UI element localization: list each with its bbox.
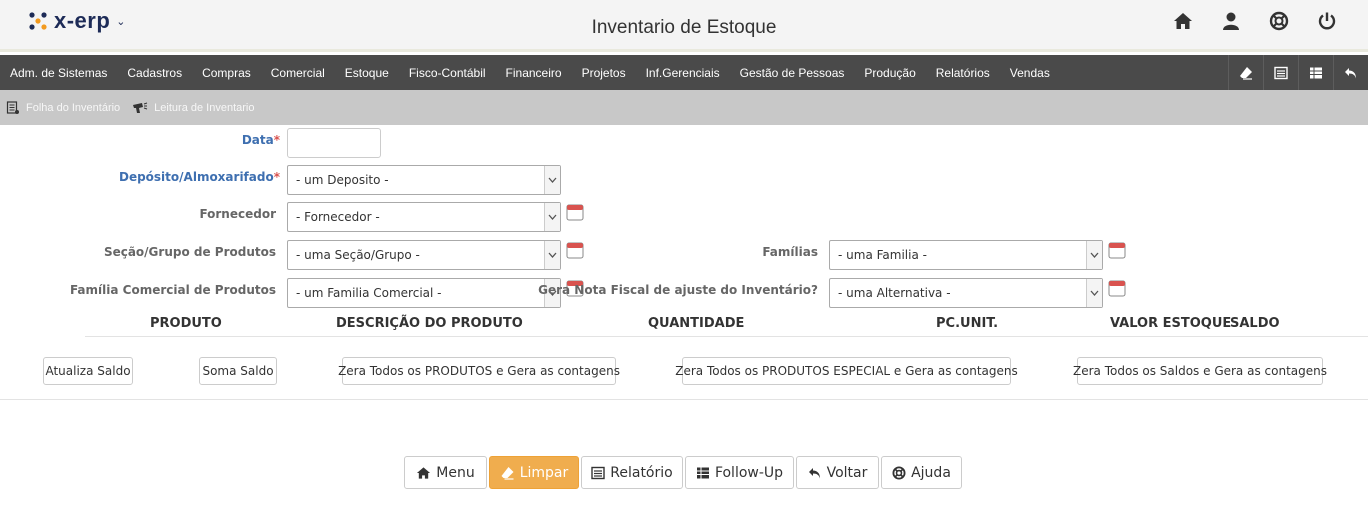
column-header-descricao: DESCRIÇÃO DO PRODUTO (336, 316, 523, 331)
menu-compras[interactable]: Compras (192, 66, 261, 80)
table-icon[interactable] (1298, 55, 1333, 90)
column-header-produto: PRODUTO (150, 316, 222, 331)
list-alt-icon[interactable] (1263, 55, 1298, 90)
data-field[interactable] (287, 128, 381, 158)
chevron-down-icon (1086, 241, 1102, 269)
list-alt-icon (591, 466, 605, 479)
familias-select[interactable]: - uma Familia - (829, 240, 1103, 270)
table-divider (85, 336, 1368, 337)
zera-produtos-button[interactable]: Zera Todos os PRODUTOS e Gera as contage… (338, 357, 620, 385)
fornecedor-select[interactable]: - Fornecedor - (287, 202, 561, 232)
familia-comercial-label: Família Comercial de Produtos (69, 283, 276, 297)
chevron-down-icon (1086, 279, 1102, 307)
document-list-icon (6, 100, 19, 114)
zera-produtos-especial-button[interactable]: Zera Todos os PRODUTOS ESPECIAL e Gera a… (675, 357, 1018, 385)
page-title: Inventario de Estoque (591, 17, 777, 38)
menu-cadastros[interactable]: Cadastros (117, 66, 192, 80)
chevron-down-icon (544, 166, 560, 194)
menu-adm-sistemas[interactable]: Adm. de Sistemas (0, 66, 117, 80)
menu-inf-gerenciais[interactable]: Inf.Gerenciais (636, 66, 730, 80)
gera-nf-select[interactable]: - uma Alternativa - (829, 278, 1103, 308)
secao-select[interactable]: - uma Seção/Grupo - (287, 240, 561, 270)
barcode-reader-icon (133, 102, 148, 113)
calendar-icon[interactable] (1108, 241, 1126, 259)
zera-saldos-button[interactable]: Zera Todos os Saldos e Gera as contagens (1073, 357, 1327, 385)
column-header-quantidade: QUANTIDADE (648, 316, 745, 331)
fornecedor-label: Fornecedor (199, 207, 276, 221)
eraser-icon[interactable] (1228, 55, 1263, 90)
menu-relatorios[interactable]: Relatórios (926, 66, 1000, 80)
undo-icon (808, 467, 820, 478)
eraser-icon (501, 466, 514, 480)
menu-projetos[interactable]: Projetos (572, 66, 636, 80)
chevron-down-icon (544, 241, 560, 269)
ajuda-button-label: Ajuda (911, 464, 951, 481)
deposito-select[interactable]: - um Deposito - (287, 165, 561, 195)
limpar-button[interactable]: Limpar (489, 456, 579, 489)
follow-up-button[interactable]: Follow-Up (685, 456, 794, 489)
column-header-pc-unit: PC.UNIT. (936, 316, 999, 331)
power-icon[interactable] (1316, 10, 1338, 32)
column-header-saldo: SALDO (1230, 316, 1280, 331)
relatorio-button-label: Relatório (610, 464, 673, 481)
user-icon[interactable] (1220, 10, 1242, 32)
ajuda-button[interactable]: Ajuda (881, 456, 962, 489)
column-header-valor-estoque: VALOR ESTOQUE (1110, 316, 1232, 331)
deposito-label: Depósito/Almoxarifado* (118, 170, 280, 184)
sub-nav: Folha do Inventário Leitura de Inventari… (0, 90, 1368, 125)
limpar-button-label: Limpar (519, 464, 569, 481)
familia-comercial-select[interactable]: - um Familia Comercial - (287, 278, 561, 308)
familias-label: Famílias (762, 245, 818, 259)
calendar-icon[interactable] (566, 241, 584, 259)
table-icon (696, 467, 709, 478)
soma-saldo-button[interactable]: Soma Saldo (199, 357, 277, 385)
menu-producao[interactable]: Produção (854, 66, 925, 80)
menu-financeiro[interactable]: Financeiro (496, 66, 572, 80)
subnav-leitura-inventario[interactable]: Leitura de Inventario (132, 101, 254, 115)
lifebuoy-icon[interactable] (1268, 10, 1290, 32)
subnav-folha-inventario[interactable]: Folha do Inventário (6, 100, 121, 115)
secao-label: Seção/Grupo de Produtos (103, 245, 276, 259)
data-label: Data* (241, 133, 280, 147)
undo-icon[interactable] (1333, 55, 1368, 90)
calendar-icon[interactable] (566, 203, 584, 221)
actions-divider (0, 399, 1368, 400)
menu-gestao-pessoas[interactable]: Gestão de Pessoas (730, 66, 855, 80)
main-menu: Adm. de Sistemas Cadastros Compras Comer… (0, 55, 1368, 90)
menu-fisco-contabil[interactable]: Fisco-Contábil (399, 66, 496, 80)
follow-up-button-label: Follow-Up (714, 464, 784, 481)
menu-comercial[interactable]: Comercial (261, 66, 335, 80)
subnav-leitura-label: Leitura de Inventario (154, 101, 255, 114)
relatorio-button[interactable]: Relatório (581, 456, 683, 489)
gera-nf-label: Gera Nota Fiscal de ajuste do Inventário… (538, 283, 818, 297)
home-icon[interactable] (1172, 10, 1194, 32)
menu-vendas[interactable]: Vendas (1000, 66, 1060, 80)
chevron-down-icon (544, 203, 560, 231)
menu-button-label: Menu (436, 464, 475, 481)
atualiza-saldo-button[interactable]: Atualiza Saldo (43, 357, 133, 385)
menu-estoque[interactable]: Estoque (335, 66, 399, 80)
lifebuoy-icon (892, 465, 906, 480)
voltar-button-label: Voltar (826, 464, 868, 481)
menu-button[interactable]: Menu (404, 456, 487, 489)
top-bar: x-erp ⌄ Inventario de Estoque (0, 0, 1368, 52)
voltar-button[interactable]: Voltar (796, 456, 879, 489)
subnav-folha-label: Folha do Inventário (26, 101, 121, 114)
calendar-icon[interactable] (1108, 279, 1126, 297)
home-icon (417, 466, 431, 479)
